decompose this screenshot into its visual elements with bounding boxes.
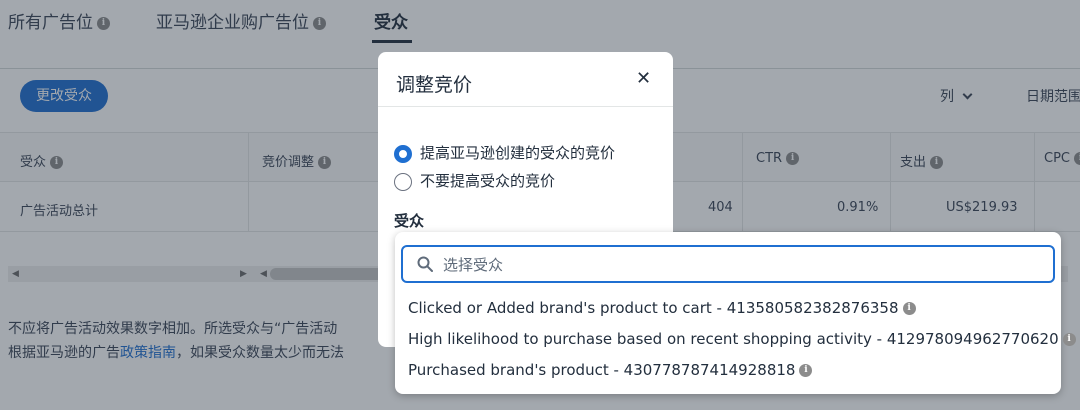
modal-divider: [378, 106, 673, 107]
info-icon[interactable]: i: [799, 364, 813, 377]
modal-title: 调整竞价: [396, 74, 473, 96]
audience-field-label: 受众: [394, 212, 425, 230]
radio-checked-icon[interactable]: [394, 144, 412, 163]
audience-option[interactable]: High likelihood to purchase based on rec…: [408, 330, 1076, 348]
audience-search-box[interactable]: [401, 245, 1055, 283]
radio-no-increase[interactable]: 不要提高受众的竞价: [394, 170, 555, 191]
radio-label: 提高亚马逊创建的受众的竞价: [420, 144, 616, 162]
audience-dropdown: Clicked or Added brand's product to cart…: [395, 232, 1076, 394]
audience-option[interactable]: Clicked or Added brand's product to cart…: [408, 299, 916, 317]
radio-unchecked-icon[interactable]: [394, 172, 412, 191]
info-icon[interactable]: i: [902, 302, 916, 315]
option-label: High likelihood to purchase based on rec…: [408, 330, 1059, 348]
close-icon[interactable]: ✕: [636, 68, 651, 89]
audience-search-input[interactable]: [443, 253, 1043, 277]
option-label: Purchased brand's product - 430778787414…: [408, 361, 796, 379]
radio-increase-bids[interactable]: 提高亚马逊创建的受众的竞价: [394, 142, 615, 163]
info-icon[interactable]: i: [1062, 333, 1076, 346]
audience-option[interactable]: Purchased brand's product - 430778787414…: [408, 361, 813, 379]
search-icon: [417, 256, 433, 272]
radio-label: 不要提高受众的竞价: [420, 172, 556, 190]
option-label: Clicked or Added brand's product to cart…: [408, 299, 899, 317]
